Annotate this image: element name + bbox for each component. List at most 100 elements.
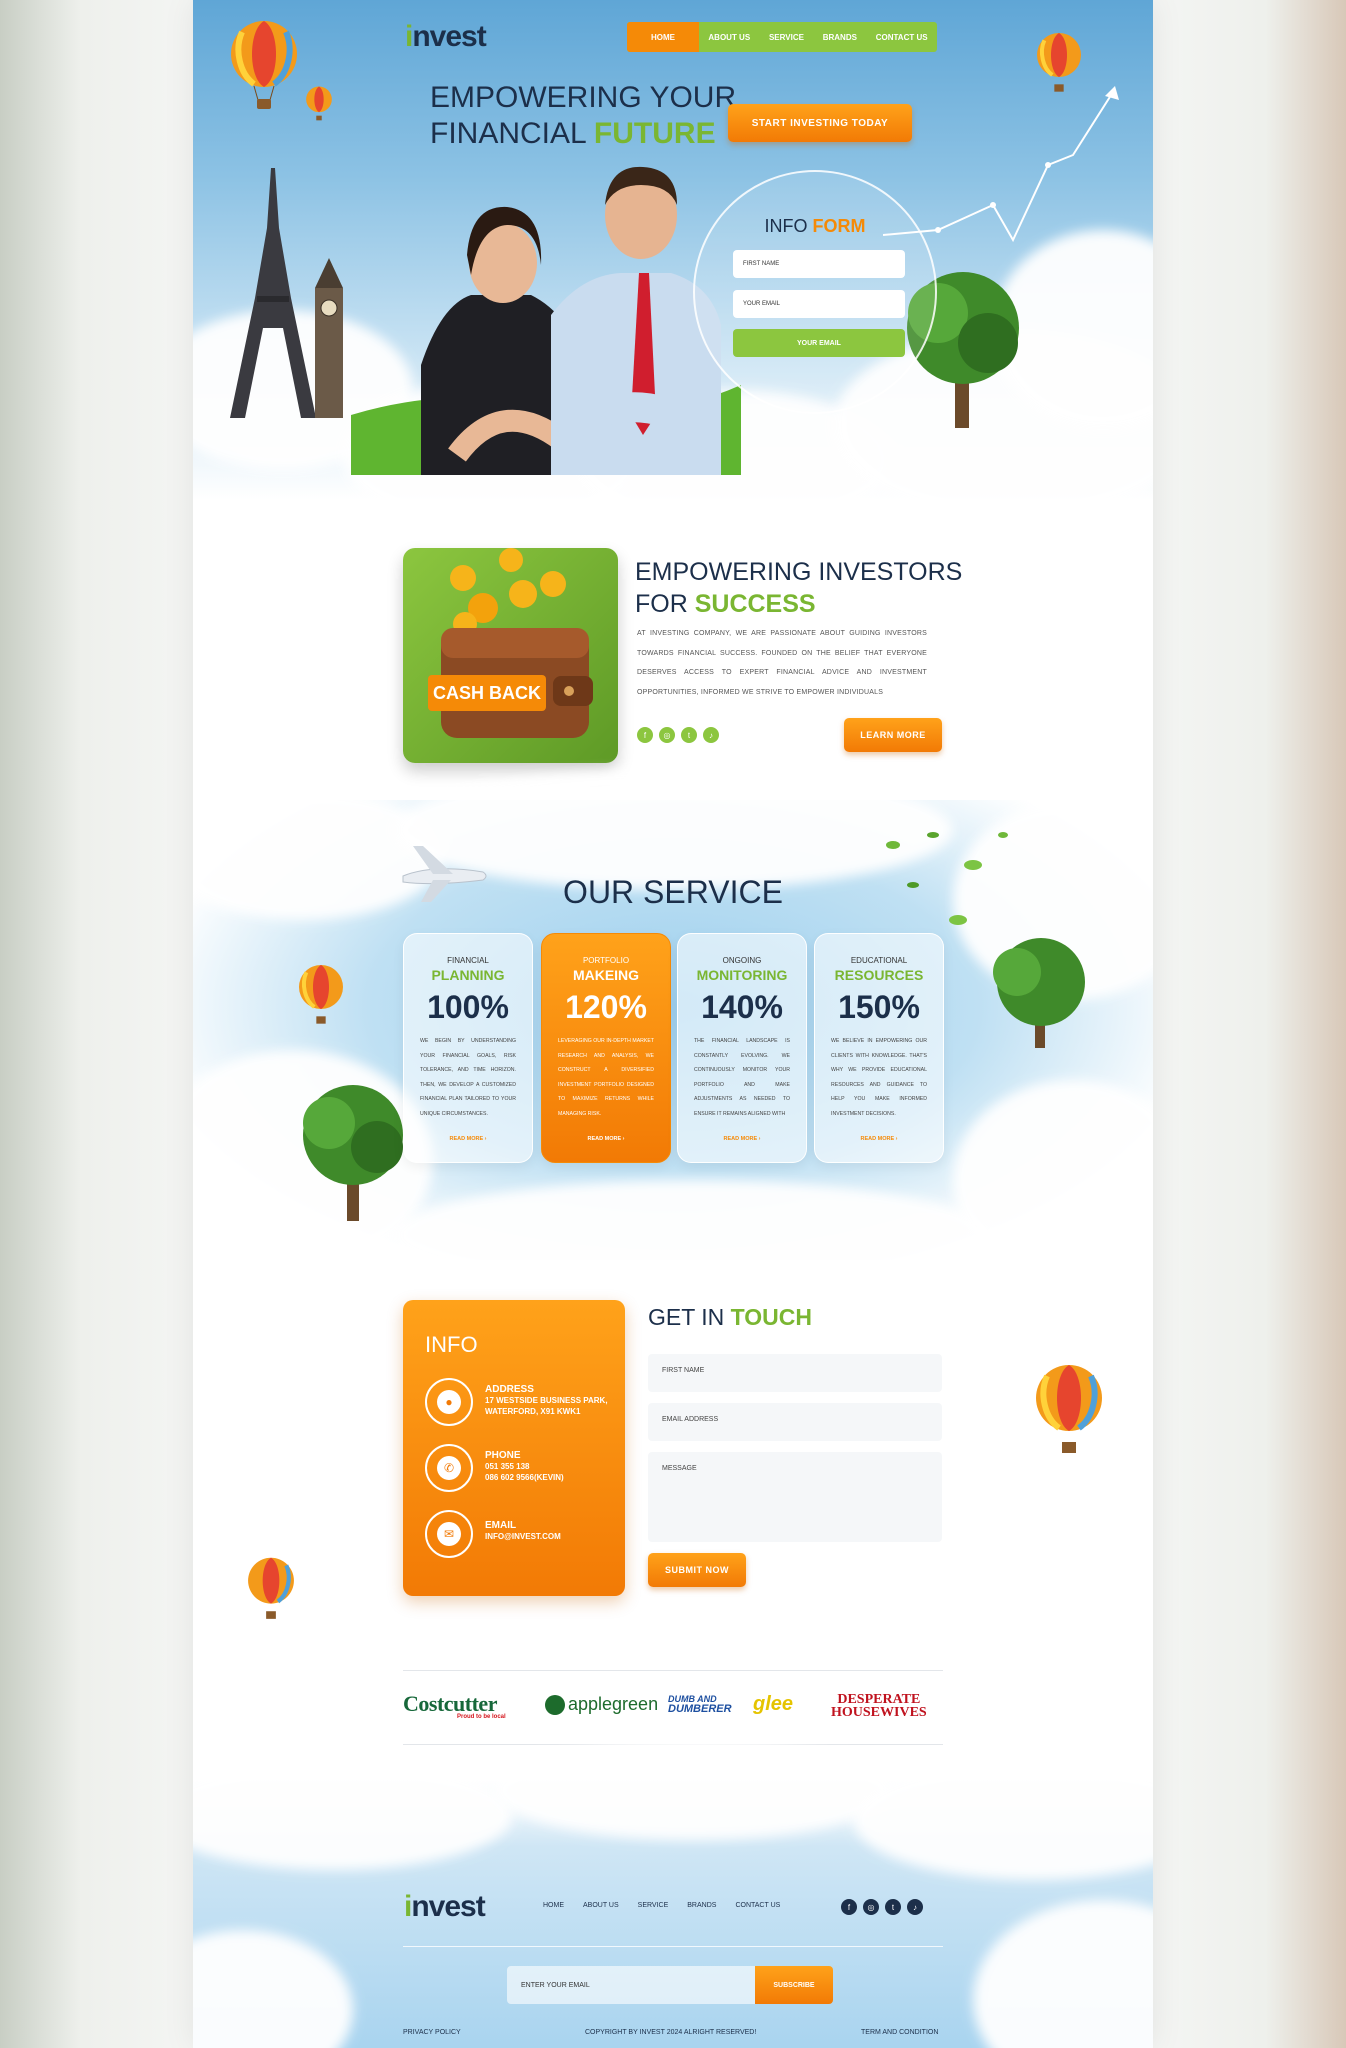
divider: [403, 1946, 943, 1947]
divider: [403, 1670, 943, 1671]
tree-illustration: [993, 938, 1085, 1048]
cloud: [493, 1740, 893, 1840]
service-card: FINANCIAL PLANNING 100% WE BEGIN BY UNDE…: [403, 933, 533, 1163]
phone-label: PHONE: [485, 1450, 521, 1461]
about-social-links: f ◎ t ♪: [637, 727, 719, 743]
privacy-policy-link[interactable]: PRIVACY POLICY: [403, 2029, 461, 2036]
brand-logo-applegreen[interactable]: applegreen: [545, 1694, 658, 1715]
facebook-icon[interactable]: f: [637, 727, 653, 743]
read-more-link[interactable]: READ MORE ›: [542, 1136, 670, 1142]
address-label: ADDRESS: [485, 1384, 534, 1395]
services-title: OUR SERVICE: [563, 874, 783, 910]
service-name: RESOURCES: [834, 967, 924, 983]
footer-logo[interactable]: invest: [404, 1890, 486, 1924]
footer-nav-contact-us[interactable]: CONTACT US: [735, 1902, 780, 1909]
email-row: ✉ EMAIL INFO@INVEST.COM: [425, 1510, 561, 1558]
hot-air-balloon-illustration: [299, 965, 343, 1024]
first-name-input[interactable]: FIRST NAME: [733, 250, 905, 278]
tree-illustration: [303, 1085, 403, 1221]
twitter-icon[interactable]: t: [885, 1899, 901, 1915]
address-value: WATERFORD, X91 KWK1: [485, 1407, 581, 1416]
service-card: PORTFOLIO MAKEING 120% LEVERAGING OUR IN…: [541, 933, 671, 1163]
service-card: ONGOING MONITORING 140% THE FINANCIAL LA…: [677, 933, 807, 1163]
twitter-icon[interactable]: t: [681, 727, 697, 743]
read-more-link[interactable]: READ MORE ›: [404, 1136, 532, 1142]
service-percent: 140%: [701, 989, 783, 1025]
service-percent: 100%: [427, 989, 509, 1025]
learn-more-button[interactable]: LEARN MORE: [844, 718, 942, 752]
service-name: MONITORING: [696, 967, 788, 983]
hot-air-balloon-illustration: [1036, 1365, 1102, 1453]
footer-nav: HOME ABOUT US SERVICE BRANDS CONTACT US: [543, 1902, 780, 1909]
footer-nav-home[interactable]: HOME: [543, 1902, 564, 1909]
copyright-text: COPYRIGHT BY INVEST 2024 ALRIGHT RESERVE…: [585, 2029, 757, 2036]
service-name: PLANNING: [431, 967, 505, 983]
tiktok-icon[interactable]: ♪: [703, 727, 719, 743]
tiktok-icon[interactable]: ♪: [907, 1899, 923, 1915]
logo[interactable]: invest: [405, 20, 487, 54]
instagram-icon[interactable]: ◎: [659, 727, 675, 743]
location-pin-icon: ●: [425, 1378, 473, 1426]
hero-title: EMPOWERING YOUR FINANCIAL FUTURE: [430, 81, 737, 150]
service-percent: 150%: [838, 989, 920, 1025]
nav-about-us[interactable]: ABOUT US: [699, 22, 760, 52]
contact-info-card: INFO ● ADDRESS 17 WESTSIDE BUSINESS PARK…: [403, 1300, 625, 1596]
brand-logo-glee[interactable]: glee: [753, 1693, 793, 1716]
contact-email-input[interactable]: EMAIL ADDRESS: [648, 1403, 942, 1441]
brand-logo-costcutter[interactable]: Costcutter Proud to be local: [403, 1691, 506, 1720]
wallet-coins-illustration: [441, 548, 593, 738]
service-category: PORTFOLIO: [582, 956, 630, 965]
start-investing-button[interactable]: START INVESTING TODAY: [728, 104, 912, 142]
service-category: EDUCATIONAL: [850, 956, 908, 965]
nav-home[interactable]: HOME: [627, 22, 699, 52]
info-title: INFO: [425, 1332, 478, 1357]
footer-nav-about-us[interactable]: ABOUT US: [583, 1902, 619, 1909]
brand-logo-desperate-housewives[interactable]: DESPERATE HOUSEWIVES: [831, 1693, 927, 1720]
get-in-touch-title: GET IN TOUCH: [648, 1304, 813, 1330]
envelope-icon: ✉: [425, 1510, 473, 1558]
cashback-image: CASH BACK: [403, 548, 618, 763]
info-form: INFO FORM FIRST NAME YOUR EMAIL YOUR EMA…: [693, 170, 937, 414]
service-percent: 120%: [565, 989, 647, 1025]
facebook-icon[interactable]: f: [841, 1899, 857, 1915]
info-form-submit-button[interactable]: YOUR EMAIL: [733, 329, 905, 357]
main-nav: HOME ABOUT US SERVICE BRANDS CONTACT US: [627, 22, 937, 52]
read-more-link[interactable]: READ MORE ›: [678, 1136, 806, 1142]
phone-value: 086 602 9566(KEVIN): [485, 1473, 564, 1482]
brand-logo-dumb-and-dumberer[interactable]: DUMB AND DUMBERER: [668, 1694, 732, 1715]
contact-first-name-input[interactable]: FIRST NAME: [648, 1354, 942, 1392]
instagram-icon[interactable]: ◎: [863, 1899, 879, 1915]
address-row: ● ADDRESS 17 WESTSIDE BUSINESS PARK, WAT…: [425, 1378, 608, 1426]
service-description: WE BEGIN BY UNDERSTANDING YOUR FINANCIAL…: [420, 1038, 516, 1117]
submit-now-button[interactable]: SUBMIT NOW: [648, 1553, 746, 1587]
service-category: ONGOING: [722, 956, 762, 965]
read-more-link[interactable]: READ MORE ›: [815, 1136, 943, 1142]
subscribe-button[interactable]: SUBSCRIBE: [755, 1966, 833, 2004]
footer-nav-service[interactable]: SERVICE: [638, 1902, 669, 1909]
contact-message-textarea[interactable]: MESSAGE: [648, 1452, 942, 1542]
landing-page: invest HOME ABOUT US SERVICE BRANDS CONT…: [193, 0, 1153, 2048]
hot-air-balloon-illustration: [248, 1557, 294, 1619]
cloud: [393, 1180, 993, 1290]
service-card: EDUCATIONAL RESOURCES 150% WE BELIEVE IN…: [814, 933, 944, 1163]
nav-service[interactable]: SERVICE: [760, 22, 814, 52]
apple-leaf-icon: [545, 1694, 565, 1715]
phone-value: 051 355 138: [485, 1462, 530, 1471]
footer-nav-brands[interactable]: BRANDS: [687, 1902, 716, 1909]
nav-contact-us[interactable]: CONTACT US: [866, 22, 937, 52]
email-input[interactable]: YOUR EMAIL: [733, 290, 905, 318]
service-category: FINANCIAL: [447, 956, 489, 965]
service-description: THE FINANCIAL LANDSCAPE IS CONSTANTLY EV…: [694, 1038, 790, 1117]
newsletter-email-input[interactable]: ENTER YOUR EMAIL: [507, 1966, 755, 2004]
service-description: LEVERAGING OUR IN-DEPTH MARKET RESEARCH …: [558, 1038, 654, 1117]
service-description: WE BELIEVE IN EMPOWERING OUR CLIENTS WIT…: [831, 1038, 927, 1117]
terms-link[interactable]: TERM AND CONDITION: [861, 2029, 938, 2036]
hot-air-balloon-illustration: [306, 86, 332, 121]
email-label: EMAIL: [485, 1520, 517, 1531]
nav-brands[interactable]: BRANDS: [813, 22, 866, 52]
info-form-title: INFO FORM: [764, 216, 866, 236]
footer-social-links: f ◎ t ♪: [841, 1899, 923, 1915]
email-value[interactable]: INFO@INVEST.COM: [485, 1531, 561, 1542]
about-text: AT INVESTING COMPANY, WE ARE PASSIONATE …: [637, 630, 927, 696]
service-name: MAKEING: [572, 967, 640, 983]
